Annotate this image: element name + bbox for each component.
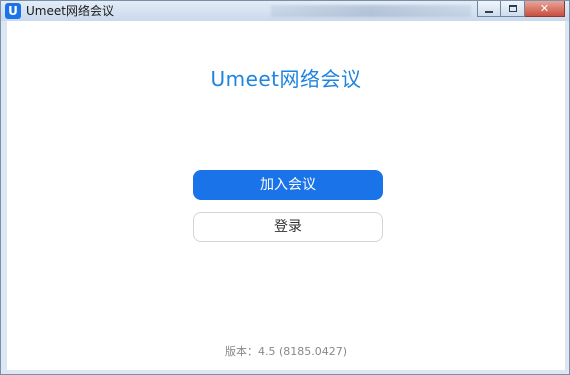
title-bar[interactable]: U Umeet网络会议 ✕: [1, 1, 569, 21]
window-title: Umeet网络会议: [26, 4, 114, 18]
app-window: U Umeet网络会议 ✕ Umeet网络会议 加入会议 登录 版本：4.5 (…: [0, 0, 570, 375]
window-controls: ✕: [477, 1, 565, 19]
umeet-logo-icon: U: [5, 3, 21, 19]
maximize-button[interactable]: [501, 1, 525, 17]
main-panel: Umeet网络会议 加入会议 登录 版本：4.5 (8185.0427): [7, 21, 565, 370]
close-button[interactable]: ✕: [525, 1, 565, 17]
app-heading: Umeet网络会议: [210, 67, 362, 91]
version-label: 版本：4.5 (8185.0427): [224, 345, 348, 358]
blurred-background: [271, 5, 471, 17]
login-button[interactable]: 登录: [193, 212, 383, 242]
minimize-button[interactable]: [477, 1, 501, 17]
join-meeting-button[interactable]: 加入会议: [193, 170, 383, 200]
minimize-icon: [485, 10, 493, 13]
maximize-icon: [508, 5, 517, 12]
close-icon: ✕: [539, 2, 550, 15]
